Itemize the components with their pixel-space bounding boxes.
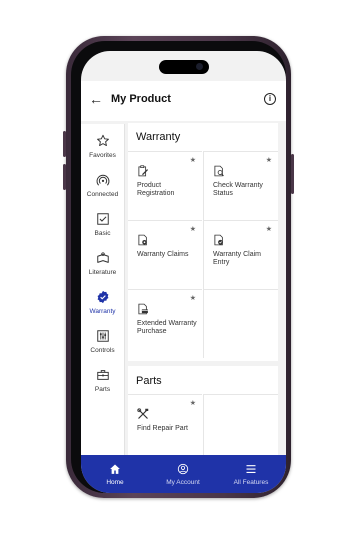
tab-label: All Features xyxy=(233,479,269,486)
tile-label: Check Warranty Status xyxy=(213,182,263,197)
dynamic-island xyxy=(159,60,209,74)
warranty-shield-icon xyxy=(97,290,108,304)
star-icon xyxy=(96,134,109,147)
tab-label: My Account xyxy=(166,479,200,486)
phone-screen: ← My Product i Favorites Connected Basic xyxy=(81,51,286,493)
favorite-star-icon[interactable]: ★ xyxy=(190,399,196,407)
menu-icon xyxy=(246,465,256,473)
category-sidebar: Favorites Connected Basic Literature War… xyxy=(81,124,125,455)
phone-frame: ← My Product i Favorites Connected Basic xyxy=(63,36,294,498)
sidebar-item-parts[interactable]: Parts xyxy=(81,368,124,393)
page-title: My Product xyxy=(111,93,171,105)
tile-label: Find Repair Part xyxy=(137,425,188,432)
tab-home[interactable]: Home xyxy=(81,455,149,493)
sliders-icon xyxy=(96,330,109,342)
tools-icon xyxy=(137,408,149,419)
power-button xyxy=(291,154,294,194)
tile-label: Product Registration xyxy=(137,182,175,197)
account-icon xyxy=(177,463,189,475)
empty-tile xyxy=(203,394,278,455)
info-icon[interactable]: i xyxy=(264,93,276,105)
tab-all-features[interactable]: All Features xyxy=(217,455,285,493)
toolbox-icon xyxy=(96,370,109,380)
document-card-icon xyxy=(138,303,148,315)
favorite-star-icon[interactable]: ★ xyxy=(266,156,272,164)
sidebar-item-basic[interactable]: Basic xyxy=(81,212,124,237)
tile-warranty-claims[interactable]: ★ Warranty Claims xyxy=(128,220,202,289)
volume-down-button xyxy=(63,164,66,190)
favorite-star-icon[interactable]: ★ xyxy=(190,156,196,164)
sidebar-item-label: Controls xyxy=(90,347,115,354)
sidebar-item-connected[interactable]: Connected xyxy=(81,173,124,198)
favorite-star-icon[interactable]: ★ xyxy=(266,225,272,233)
feature-content: Warranty ★ Product Registration ★ Check … xyxy=(128,123,286,455)
parts-section: Parts ★ Find Repair Part xyxy=(128,366,278,455)
phone-bezel: ← My Product i Favorites Connected Basic xyxy=(71,41,286,493)
sidebar-item-controls[interactable]: Controls xyxy=(81,329,124,354)
document-gear-icon xyxy=(138,234,147,246)
sidebar-item-label: Warranty xyxy=(89,308,116,315)
tile-check-warranty-status[interactable]: ★ Check Warranty Status xyxy=(203,151,278,220)
sidebar-item-label: Parts xyxy=(94,386,111,393)
sidebar-item-label: Connected xyxy=(86,191,119,198)
clipboard-edit-icon xyxy=(138,165,149,177)
sidebar-item-literature[interactable]: Literature xyxy=(81,251,124,276)
tile-extended-warranty-purchase[interactable]: ★ Extended Warranty Purchase xyxy=(128,289,202,358)
app-header: ← My Product i xyxy=(81,81,286,121)
warranty-section: Warranty ★ Product Registration ★ Check … xyxy=(128,123,278,361)
book-icon xyxy=(96,252,109,263)
home-icon xyxy=(110,464,120,474)
section-heading: Warranty xyxy=(136,131,181,143)
tile-label: Extended Warranty Purchase xyxy=(137,320,197,335)
volume-up-button xyxy=(63,131,66,157)
tile-label: Warranty Claim Entry xyxy=(213,251,261,266)
section-heading: Parts xyxy=(136,375,162,387)
tile-warranty-claim-entry[interactable]: ★ Warranty Claim Entry xyxy=(203,220,278,289)
wireless-icon xyxy=(96,174,109,186)
bottom-tab-bar: Home My Account All Features xyxy=(81,455,286,493)
document-search-icon xyxy=(214,165,224,177)
tab-my-account[interactable]: My Account xyxy=(149,455,217,493)
favorite-star-icon[interactable]: ★ xyxy=(190,225,196,233)
document-check-icon xyxy=(214,234,223,246)
sidebar-item-label: Literature xyxy=(88,269,117,276)
sidebar-item-favorites[interactable]: Favorites xyxy=(81,134,124,159)
tile-find-repair-part[interactable]: ★ Find Repair Part xyxy=(128,394,202,455)
tile-product-registration[interactable]: ★ Product Registration xyxy=(128,151,202,220)
back-arrow-icon[interactable]: ← xyxy=(89,91,103,107)
tile-label: Warranty Claims xyxy=(137,251,189,258)
sidebar-item-label: Basic xyxy=(94,230,111,237)
checkbox-icon xyxy=(96,213,109,225)
sidebar-item-label: Favorites xyxy=(89,152,116,159)
sidebar-item-warranty[interactable]: Warranty xyxy=(81,290,124,315)
tab-label: Home xyxy=(106,479,124,486)
empty-tile xyxy=(203,289,278,358)
favorite-star-icon[interactable]: ★ xyxy=(190,294,196,302)
camera-icon xyxy=(196,63,203,70)
